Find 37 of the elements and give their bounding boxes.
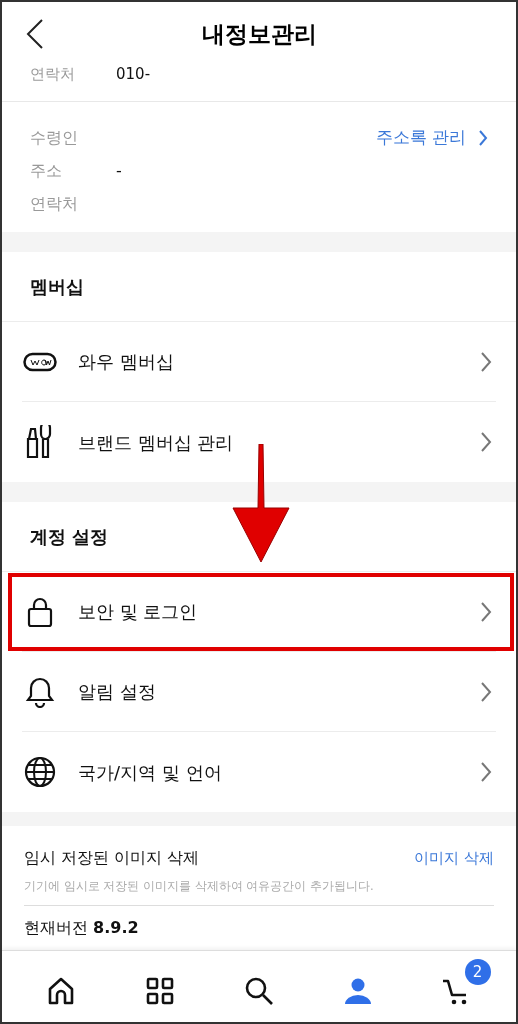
- chevron-icon: [480, 680, 492, 703]
- globe-icon: [24, 756, 56, 788]
- setting-description: 기기에 임시로 저장된 이미지를 삭제하여 여유공간이 추가됩니다.: [24, 878, 494, 907]
- delete-images-link[interactable]: 이미지 삭제: [414, 846, 494, 870]
- menu-item[interactable]: 와우 멤버십: [22, 322, 496, 402]
- menu-item[interactable]: 보안 및 로그인: [22, 572, 496, 652]
- field-label: 수령인: [30, 126, 79, 149]
- menu-label: 알림 설정: [78, 680, 157, 704]
- page-title: 내정보관리: [201, 19, 317, 49]
- menu-label: 브랜드 멤버십 관리: [78, 430, 235, 455]
- chevron-icon: [480, 431, 492, 453]
- chevron-icon: [480, 600, 492, 623]
- chevron-icon: [478, 128, 488, 147]
- search-icon[interactable]: [244, 975, 274, 1006]
- version-text: 현재버전 8.9.2: [24, 917, 140, 940]
- field-label: 주소: [30, 159, 63, 182]
- wow-badge-icon: [23, 351, 57, 372]
- menu-item[interactable]: 국가/지역 및 언어: [22, 732, 496, 812]
- address-book-link[interactable]: 주소록 관리: [375, 124, 488, 151]
- chevron-icon: [480, 350, 492, 373]
- menu-item[interactable]: 알림 설정: [22, 652, 496, 732]
- field-value: 010-: [116, 66, 151, 82]
- section-title: 멤버십: [30, 275, 84, 299]
- chevron-icon: [480, 761, 492, 783]
- menu-item[interactable]: 브랜드 멤버십 관리: [22, 402, 496, 482]
- count-badge: 2: [464, 958, 491, 985]
- menu-label: 보안 및 로그인: [78, 600, 199, 624]
- menu-label: 와우 멤버십: [78, 350, 175, 374]
- setting-title: 임시 저장된 이미지 삭제: [24, 847, 200, 869]
- bell-icon: [25, 675, 55, 708]
- grid-icon[interactable]: [146, 976, 175, 1005]
- field-label: 연락처: [30, 66, 76, 82]
- field-value: -: [116, 159, 122, 182]
- field-label: 연락처: [30, 192, 79, 215]
- menu-label: 국가/지역 및 언어: [78, 760, 223, 785]
- section-title: 계정 설정: [30, 525, 109, 549]
- lock-icon: [26, 595, 54, 628]
